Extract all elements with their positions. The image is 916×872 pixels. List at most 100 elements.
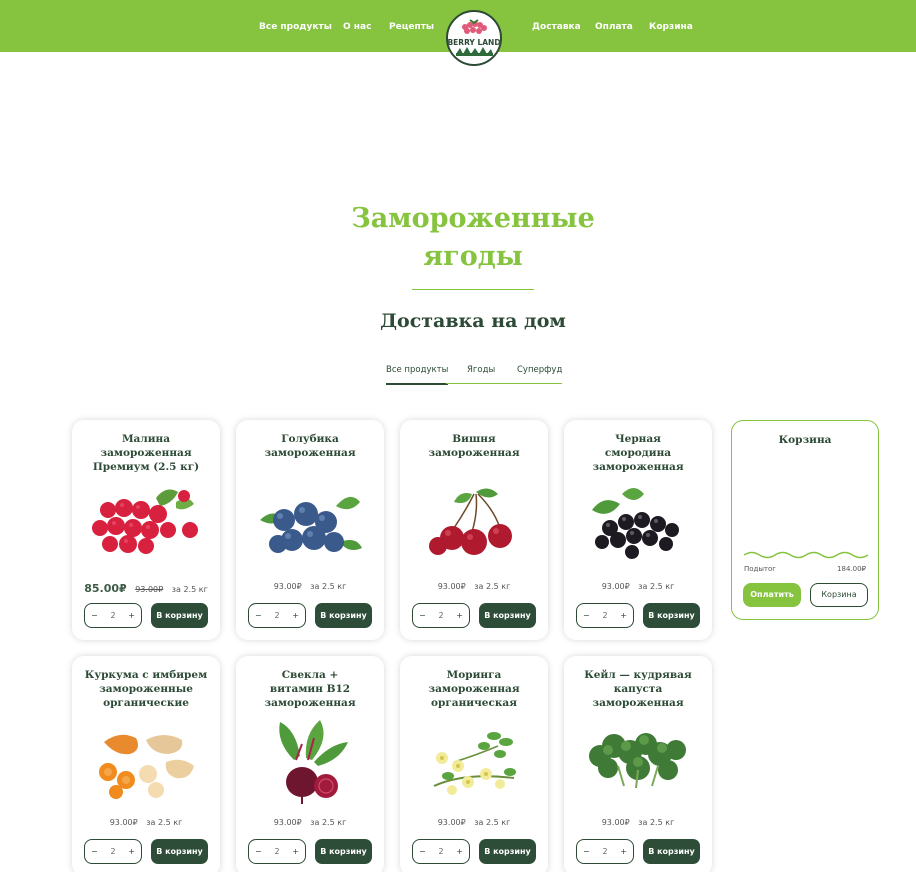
product-title: Моринга замороженная органическая: [406, 668, 542, 710]
product-price: 93.00₽: [273, 582, 302, 591]
add-to-cart-button[interactable]: В корзину: [315, 603, 372, 628]
filter-tab-berries[interactable]: Ягоды: [446, 365, 505, 384]
quantity-stepper: − 2 +: [84, 839, 142, 864]
add-to-cart-button[interactable]: В корзину: [479, 839, 536, 864]
add-to-cart-button[interactable]: В корзину: [479, 603, 536, 628]
logo-text: BERRY LAND: [448, 38, 500, 47]
price-row: 93.00₽ за 2.5 кг: [564, 818, 712, 827]
logo-emblem: BERRY LAND: [448, 13, 500, 63]
add-to-cart-button[interactable]: В корзину: [315, 839, 372, 864]
kale-image: [589, 733, 686, 789]
blackcurrant-image: [592, 488, 679, 559]
add-to-cart-button[interactable]: В корзину: [151, 839, 208, 864]
price-unit: за 2.5 кг: [146, 818, 183, 827]
product-title-line: Кейл — кудрявая: [584, 669, 692, 681]
quantity-stepper: − 2 +: [412, 839, 470, 864]
cherry-image: [429, 488, 512, 555]
price-unit: за 2.5 кг: [171, 585, 208, 594]
nav-link-all-products[interactable]: Все продукты: [259, 22, 332, 32]
product-card-blueberry[interactable]: Голубика замороженная 93.00₽ за 2.5 кг −…: [236, 420, 384, 640]
page-title-line-1: Замороженные: [351, 203, 595, 234]
quantity-increase-button[interactable]: +: [292, 611, 299, 620]
quantity-increase-button[interactable]: +: [456, 611, 463, 620]
product-card-kale[interactable]: Кейл — кудрявая капуста замороженная 93.…: [564, 656, 712, 872]
product-price: 93.00₽: [601, 818, 630, 827]
quantity-stepper: − 2 +: [576, 603, 634, 628]
title-divider: [412, 289, 534, 290]
product-title: Голубика замороженная: [242, 432, 378, 460]
product-title: Куркума с имбирем замороженные органичес…: [78, 668, 214, 710]
quantity-stepper: − 2 +: [248, 603, 306, 628]
price-unit: за 2.5 кг: [310, 582, 347, 591]
berry-land-logo[interactable]: BERRY LAND: [446, 10, 502, 66]
moringa-image: [433, 732, 516, 795]
beetroot-image: [279, 720, 348, 804]
product-title-line: органическая: [431, 697, 517, 709]
product-card-cherry[interactable]: Вишня замороженная 93.00₽ за 2.5 кг − 2 …: [400, 420, 548, 640]
product-card-raspberry[interactable]: Малина замороженная Премиум (2.5 кг) 85.…: [72, 420, 220, 640]
product-title-line: Голубика: [281, 433, 339, 445]
nav-link-cart[interactable]: Корзина: [649, 22, 693, 32]
product-card-blackcurrant[interactable]: Черная смородина замороженная 93.00₽ за …: [564, 420, 712, 640]
product-title-line: витамин B12: [269, 683, 351, 695]
quantity-stepper: − 2 +: [576, 839, 634, 864]
product-title-line: Куркума с имбирем: [84, 669, 208, 681]
filter-tab-all-products[interactable]: Все продукты: [386, 365, 449, 385]
page-title: Замороженные ягоды: [308, 200, 638, 276]
view-cart-button[interactable]: Корзина: [810, 583, 868, 607]
product-title: Вишня замороженная: [406, 432, 542, 460]
product-title-line: Вишня: [452, 433, 496, 445]
product-card-moringa[interactable]: Моринга замороженная органическая 93.00₽…: [400, 656, 548, 872]
price-row: 93.00₽ за 2.5 кг: [236, 582, 384, 591]
product-title-line: замороженные: [99, 683, 193, 695]
product-title-line: замороженная: [428, 447, 520, 459]
product-title: Малина замороженная Премиум (2.5 кг): [78, 432, 214, 474]
nav-link-delivery[interactable]: Доставка: [532, 22, 581, 32]
product-title-line: замороженная: [100, 447, 192, 459]
product-title-line: смородина: [604, 447, 672, 459]
product-card-turmeric-ginger[interactable]: Куркума с имбирем замороженные органичес…: [72, 656, 220, 872]
price-unit: за 2.5 кг: [638, 582, 675, 591]
product-title-line: Премиум (2.5 кг): [92, 461, 200, 473]
product-price: 93.00₽: [273, 818, 302, 827]
price-unit: за 2.5 кг: [474, 582, 511, 591]
raspberry-image: [92, 489, 198, 554]
product-title-line: замороженная: [264, 447, 356, 459]
product-title-line: замороженная: [428, 683, 520, 695]
price-unit: за 2.5 кг: [638, 818, 675, 827]
quantity-increase-button[interactable]: +: [292, 847, 299, 856]
page-subtitle: Доставка на дом: [380, 310, 566, 332]
cart-title: Корзина: [778, 434, 832, 446]
filter-tab-superfood[interactable]: Суперфуд: [504, 365, 563, 384]
add-to-cart-button[interactable]: В корзину: [643, 839, 700, 864]
product-title-line: Малина: [121, 433, 171, 445]
product-title-line: Моринга: [446, 669, 502, 681]
quantity-increase-button[interactable]: +: [620, 847, 627, 856]
nav-link-recipes[interactable]: Рецепты: [389, 22, 434, 32]
price-unit: за 2.5 кг: [474, 818, 511, 827]
product-title-line: Черная: [615, 433, 661, 445]
nav-link-payment[interactable]: Оплата: [595, 22, 633, 32]
quantity-increase-button[interactable]: +: [128, 611, 135, 620]
pay-button[interactable]: Оплатить: [743, 583, 801, 607]
price-row: 93.00₽ за 2.5 кг: [400, 582, 548, 591]
price-row: 93.00₽ за 2.5 кг: [564, 582, 712, 591]
cart-wave-divider: [744, 551, 868, 559]
add-to-cart-button[interactable]: В корзину: [151, 603, 208, 628]
price-row: 93.00₽ за 2.5 кг: [400, 818, 548, 827]
nav-link-about[interactable]: О нас: [343, 22, 371, 32]
quantity-increase-button[interactable]: +: [128, 847, 135, 856]
quantity-stepper: − 2 +: [84, 603, 142, 628]
add-to-cart-button[interactable]: В корзину: [643, 603, 700, 628]
product-title: Черная смородина замороженная: [570, 432, 706, 474]
cart-subtotal-label: Подытог: [744, 565, 776, 573]
product-title-line: замороженная: [592, 461, 684, 473]
product-price: 93.00₽: [437, 582, 466, 591]
turmeric-ginger-image: [99, 734, 194, 799]
quantity-increase-button[interactable]: +: [620, 611, 627, 620]
quantity-increase-button[interactable]: +: [456, 847, 463, 856]
quantity-stepper: − 2 +: [248, 839, 306, 864]
product-price: 93.00₽: [601, 582, 630, 591]
product-title: Кейл — кудрявая капуста замороженная: [570, 668, 706, 710]
product-card-beetroot[interactable]: Свекла + витамин B12 замороженная 93.00₽…: [236, 656, 384, 872]
